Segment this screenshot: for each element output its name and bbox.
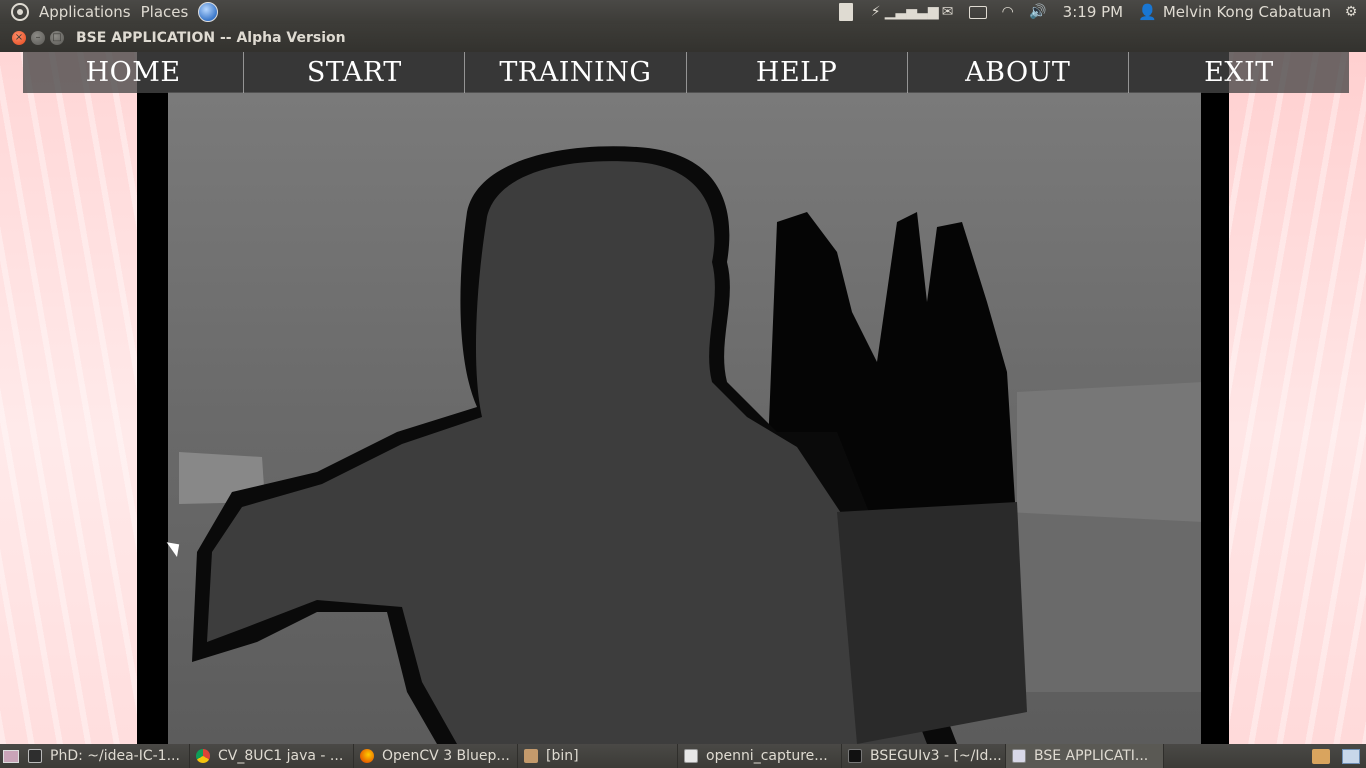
floral-background-left	[0, 52, 137, 744]
window-title: BSE APPLICATION -- Alpha Version	[76, 30, 346, 46]
session-gear-icon[interactable]: ⚙	[1336, 0, 1366, 24]
window-maximize-button[interactable]: □	[50, 31, 64, 45]
terminal-icon	[28, 749, 42, 763]
taskbar-item-label: BSE APPLICATI...	[1034, 748, 1149, 764]
nav-training[interactable]: TRAINING	[465, 52, 687, 93]
window-close-button[interactable]: ×	[12, 31, 26, 45]
taskbar-item[interactable]: OpenCV 3 Bluep...	[354, 744, 518, 768]
window-minimize-button[interactable]: –	[31, 31, 45, 45]
show-desktop-icon[interactable]	[0, 744, 22, 768]
battery-icon[interactable]	[963, 0, 993, 24]
intellij-icon	[848, 749, 862, 763]
workspace-switcher-icon[interactable]	[1336, 744, 1366, 768]
file-manager-icon[interactable]	[1306, 744, 1336, 768]
ubuntu-logo-icon[interactable]	[0, 0, 34, 24]
applications-menu[interactable]: Applications	[34, 0, 136, 24]
main-navigation: HOME START TRAINING HELP ABOUT EXIT	[23, 52, 1349, 93]
app-content: HOME START TRAINING HELP ABOUT EXIT	[0, 52, 1366, 744]
taskbar-item[interactable]: openni_capture...	[678, 744, 842, 768]
wifi-icon[interactable]: ◠	[993, 0, 1023, 24]
taskbar-item[interactable]: [bin]	[518, 744, 678, 768]
user-name: Melvin Kong Cabatuan	[1162, 3, 1331, 21]
nav-start[interactable]: START	[244, 52, 466, 93]
taskbar-item-active[interactable]: BSE APPLICATI...	[1006, 744, 1164, 768]
floral-background-right	[1228, 52, 1366, 744]
user-icon: 👤	[1138, 3, 1157, 21]
depth-camera-view	[137, 52, 1229, 744]
mail-icon[interactable]: ✉	[933, 0, 963, 24]
taskbar-item-label: [bin]	[546, 748, 579, 764]
system-monitor-icon[interactable]: ▁▃▅▃▆	[885, 0, 939, 24]
volume-icon[interactable]: 🔊	[1023, 0, 1053, 24]
depth-image	[137, 92, 1229, 744]
firefox-icon	[360, 749, 374, 763]
top-system-panel: Applications Places ⚡ ▁▃▅▃▆ ✉ ◠ 🔊 3:19 P…	[0, 0, 1366, 24]
nav-home[interactable]: HOME	[23, 52, 245, 93]
taskbar-item[interactable]: CV_8UC1 java - ...	[190, 744, 354, 768]
taskbar-item-label: CV_8UC1 java - ...	[218, 748, 344, 764]
taskbar-item-label: OpenCV 3 Bluep...	[382, 748, 510, 764]
taskbar-item-label: openni_capture...	[706, 748, 828, 764]
taskbar-item-label: BSEGUIv3 - [~/Id...	[870, 748, 1002, 764]
nav-about[interactable]: ABOUT	[908, 52, 1129, 93]
taskbar-item[interactable]: PhD: ~/idea-IC-1...	[22, 744, 190, 768]
places-menu[interactable]: Places	[136, 0, 194, 24]
window-title-bar[interactable]: × – □ BSE APPLICATION -- Alpha Version	[0, 24, 1366, 52]
nav-exit[interactable]: EXIT	[1129, 52, 1349, 93]
nav-help[interactable]: HELP	[687, 52, 908, 93]
bottom-taskbar: PhD: ~/idea-IC-1... CV_8UC1 java - ... O…	[0, 744, 1366, 768]
folder-icon	[524, 749, 538, 763]
window-icon	[1012, 749, 1026, 763]
user-menu[interactable]: 👤 Melvin Kong Cabatuan	[1133, 0, 1336, 24]
clock[interactable]: 3:19 PM	[1053, 0, 1133, 24]
browser-launcher-icon[interactable]	[193, 0, 223, 24]
document-icon[interactable]	[831, 0, 861, 24]
chrome-icon	[196, 749, 210, 763]
text-editor-icon	[684, 749, 698, 763]
taskbar-item-label: PhD: ~/idea-IC-1...	[50, 748, 180, 764]
taskbar-item[interactable]: BSEGUIv3 - [~/Id...	[842, 744, 1006, 768]
